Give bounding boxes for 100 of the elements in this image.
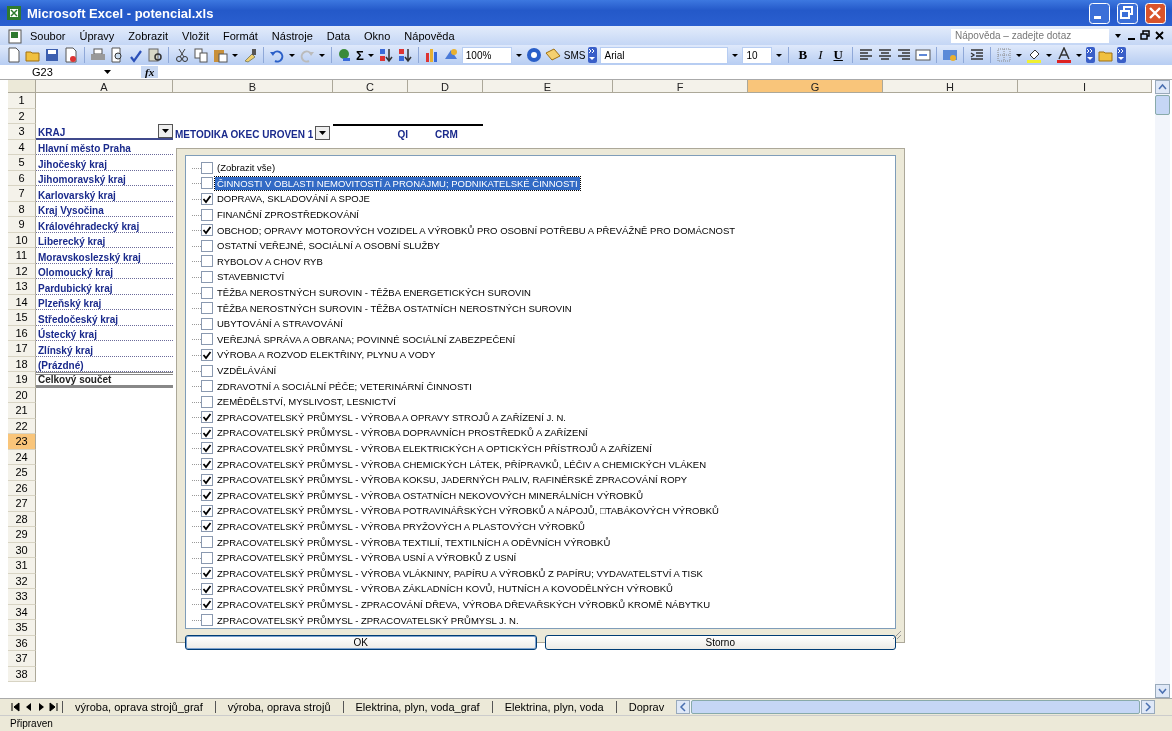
column-header[interactable]: H (883, 80, 1018, 93)
list-item[interactable]: OSTATNÍ VEŘEJNÉ, SOCIÁLNÍ A OSOBNÍ SLUŽBY (215, 239, 442, 253)
column-header[interactable]: G (748, 80, 883, 93)
bold-button[interactable]: B (794, 47, 812, 63)
font-dropdown[interactable]: Arial (600, 46, 729, 64)
row-header[interactable]: 29 (8, 527, 36, 543)
hyperlink-icon[interactable] (337, 47, 353, 63)
checkbox[interactable] (201, 208, 213, 221)
row-item[interactable]: Jihočeský kraj (38, 158, 107, 170)
list-item[interactable]: ČINNOSTI V OBLASTI NEMOVITOSTÍ A PRONÁJMU; PODNIKATELSKÉ ČINNOSTI (215, 176, 580, 190)
checkbox[interactable] (201, 536, 213, 549)
new-document-icon[interactable] (6, 47, 22, 63)
merge-cells-icon[interactable] (914, 47, 931, 63)
list-item[interactable]: ZPRACOVATELSKÝ PRŮMYSL - VÝROBA ELEKTRICKÝCH A OPTICKÝCH PŘÍSTROJŮ A ZAŘÍZENÍ (215, 442, 654, 455)
row-header[interactable]: 19 (8, 372, 36, 388)
row-item[interactable]: Jihomoravský kraj (38, 174, 126, 185)
checkbox[interactable] (201, 411, 213, 424)
dropdown-button[interactable] (158, 123, 173, 138)
row-item[interactable]: Karlovarský kraj (38, 189, 116, 201)
column-header[interactable]: I (1018, 80, 1152, 93)
list-item[interactable]: (Zobrazit vše) (215, 161, 278, 175)
checkbox[interactable] (201, 473, 213, 486)
row-header[interactable]: 27 (8, 496, 36, 512)
menu-item[interactable]: Nástroje (265, 29, 319, 42)
list-item[interactable]: TĚŽBA NEROSTNÝCH SUROVIN - TĚŽBA OSTATNÍCH NEROSTNÝCH SUROVIN (215, 301, 574, 315)
checkbox[interactable] (201, 426, 213, 439)
last-sheet-icon[interactable] (49, 700, 60, 714)
sort-ascending-icon[interactable] (377, 47, 394, 63)
row-item[interactable]: Pardubický kraj (38, 282, 113, 294)
list-item[interactable]: VEŘEJNÁ SPRÁVA A OBRANA; POVINNÉ SOCIÁLNÍ ZABEZPEČENÍ (215, 332, 518, 346)
ok-button[interactable]: OK (185, 634, 537, 650)
vertical-scrollbar[interactable] (1155, 80, 1170, 698)
list-item[interactable]: ZPRACOVATELSKÝ PRŮMYSL - VÝROBA A OPRAVY STROJŮ A ZAŘÍZENÍ J. N. (215, 410, 568, 424)
row-header[interactable]: 5 (8, 155, 36, 171)
copy-icon[interactable] (193, 47, 209, 63)
toolbar-options-icon[interactable] (1085, 47, 1095, 63)
menu-item[interactable]: Zobrazit (122, 29, 175, 42)
checkbox[interactable] (201, 317, 213, 330)
help-search-field[interactable]: Nápověda – zadejte dotaz (951, 28, 1109, 43)
checkbox[interactable] (201, 286, 213, 299)
menu-item[interactable]: Formát (217, 29, 264, 42)
row-item[interactable]: Kraj Vysočina (38, 205, 104, 216)
envelope-icon[interactable] (544, 47, 561, 63)
row-item[interactable]: Moravskoslezský kraj (38, 251, 141, 263)
column-header[interactable]: B (173, 80, 333, 93)
resize-grip-icon[interactable] (891, 629, 902, 640)
menu-item[interactable]: Úpravy (73, 29, 121, 42)
help-icon[interactable] (525, 47, 542, 63)
restore-button[interactable] (1117, 2, 1138, 24)
checkbox[interactable] (201, 255, 213, 268)
name-box[interactable]: G23 (8, 66, 102, 78)
checkbox[interactable] (201, 598, 213, 611)
checkbox[interactable] (201, 348, 213, 361)
research-icon[interactable] (147, 47, 163, 63)
scroll-up-icon[interactable] (1155, 80, 1170, 94)
checkbox[interactable] (201, 551, 213, 564)
column-header[interactable]: D (408, 80, 483, 93)
sheet-tab[interactable]: výroba, oprava strojů_graf (62, 701, 213, 713)
save-icon[interactable] (44, 47, 60, 63)
column-header[interactable]: E (483, 80, 613, 93)
row-header[interactable]: 11 (8, 248, 36, 264)
checkbox[interactable] (201, 442, 213, 455)
zoom-dropdown[interactable]: 100% (461, 46, 512, 64)
list-item[interactable]: RYBOLOV A CHOV RYB (215, 254, 325, 268)
list-item[interactable]: ZPRACOVATELSKÝ PRŮMYSL - VÝROBA TEXTILIÍ, TEXTILNÍCH A ODĚVNÍCH VÝROBKŮ (215, 535, 613, 549)
row-header[interactable]: 37 (8, 651, 36, 667)
list-item[interactable]: TĚŽBA NEROSTNÝCH SUROVIN - TĚŽBA ENERGETICKÝCH SUROVIN (215, 286, 533, 300)
row-item[interactable]: Ústecký kraj (38, 329, 97, 340)
align-left-icon[interactable] (857, 47, 874, 63)
column-header[interactable]: A (36, 80, 173, 93)
row-item[interactable]: (Prázdné) (38, 360, 84, 371)
checkbox[interactable] (201, 614, 213, 626)
menu-item[interactable]: Data (320, 29, 357, 42)
sms-button[interactable]: SMS (563, 49, 586, 61)
list-item[interactable]: ZPRACOVATELSKÝ PRŮMYSL - VÝROBA PRYŽOVÝCH A PLASTOVÝCH VÝROBKŮ (215, 519, 587, 533)
sum-button[interactable]: Σ (356, 47, 364, 63)
align-right-icon[interactable] (895, 47, 912, 63)
row-header[interactable]: 21 (8, 403, 36, 419)
list-item[interactable]: ZPRACOVATELSKÝ PRŮMYSL - VÝROBA POTRAVINÁŘSKÝCH VÝROBKŮ A NÁPOJŮ, □TABÁKOVÝCH VÝROBKŮ (215, 504, 721, 518)
first-sheet-icon[interactable] (10, 700, 21, 714)
minimize-button[interactable] (1089, 2, 1110, 24)
row-header[interactable]: 3 (8, 124, 36, 140)
paste-icon[interactable] (212, 47, 228, 63)
insert-function-button[interactable]: fx (141, 66, 159, 78)
checkbox[interactable] (201, 380, 213, 393)
sheet-tab[interactable]: Elektrina, plyn, voda_graf (342, 701, 490, 713)
menu-item[interactable]: Soubor (24, 29, 72, 42)
scroll-right-icon[interactable] (1141, 700, 1155, 714)
sheet-tab[interactable]: výroba, oprava strojů (214, 701, 341, 713)
checkbox[interactable] (201, 193, 213, 205)
toolbar-options-icon[interactable] (1116, 47, 1126, 63)
align-center-icon[interactable] (876, 47, 893, 63)
cancel-button[interactable]: Storno (544, 634, 896, 650)
checkbox[interactable] (201, 270, 213, 283)
checkbox[interactable] (201, 224, 213, 237)
column-header[interactable]: C (333, 80, 408, 93)
list-item[interactable]: VZDĚLÁVÁNÍ (215, 364, 279, 377)
row-header[interactable]: 35 (8, 620, 36, 636)
list-item[interactable]: ZEMĚDĚLSTVÍ, MYSLIVOST, LESNICTVÍ (215, 395, 398, 409)
dropdown-button[interactable] (315, 125, 331, 140)
